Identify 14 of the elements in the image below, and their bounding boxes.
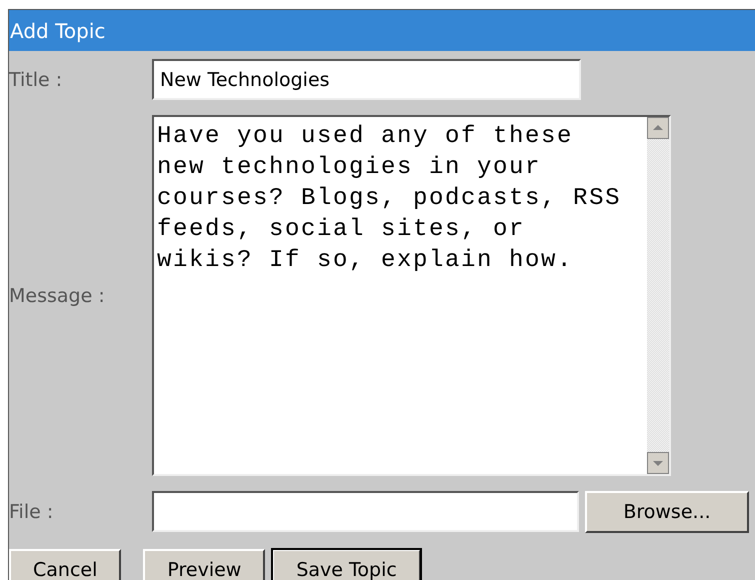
title-field[interactable]: New Technologies: [152, 59, 581, 100]
browse-button[interactable]: Browse...: [585, 491, 749, 533]
scroll-up-icon[interactable]: [647, 117, 669, 139]
file-field[interactable]: [152, 491, 579, 532]
field-label: File :: [9, 501, 54, 523]
scrollbar[interactable]: [647, 117, 669, 474]
field-label: Message :: [9, 284, 106, 306]
form-button[interactable]: Cancel: [9, 549, 122, 580]
form-button[interactable]: Preview: [143, 549, 266, 580]
message-field[interactable]: Have you used any of these new technologies in your courses? Blogs, podcasts, RSS feeds, social sites, or wikis? If so, explain how.: [152, 115, 671, 476]
form-button[interactable]: Save Topic: [272, 549, 421, 580]
field-label: Title :: [9, 68, 64, 90]
scroll-down-icon[interactable]: [647, 452, 669, 474]
window-title: Add Topic: [9, 10, 755, 51]
